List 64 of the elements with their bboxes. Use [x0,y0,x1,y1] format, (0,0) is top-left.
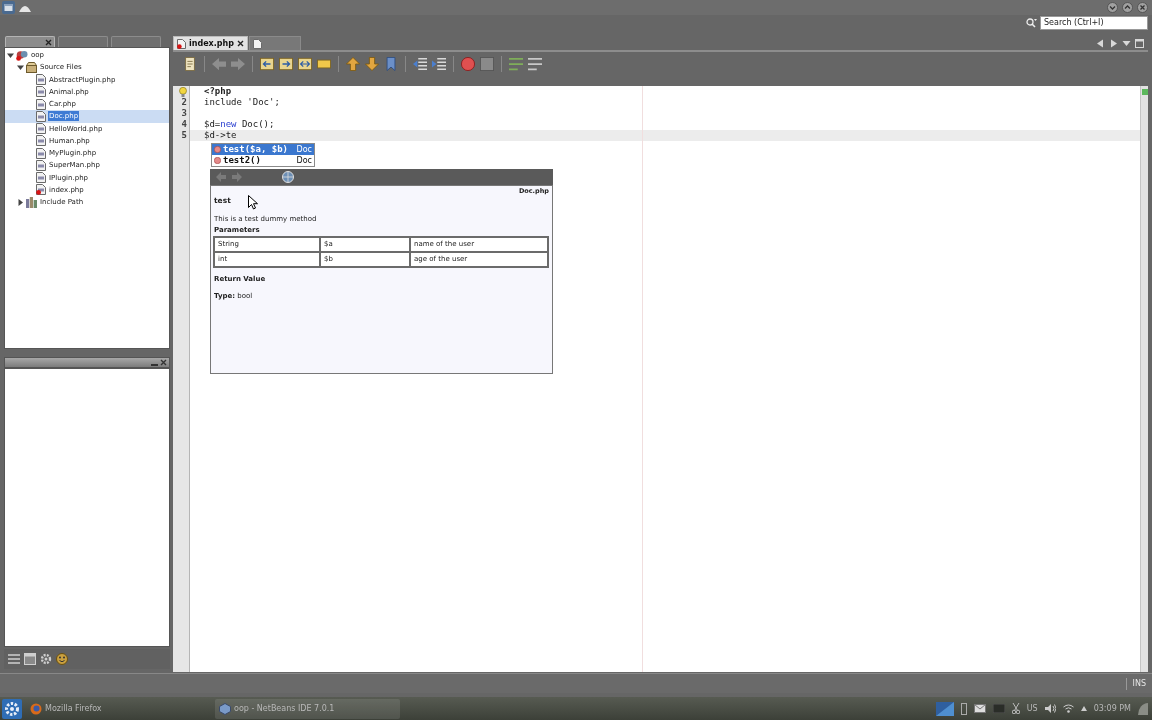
lightbulb-icon[interactable] [179,86,187,97]
line-number: 2 [181,97,187,108]
comment-icon[interactable] [509,57,523,71]
editor-tab[interactable] [248,36,301,50]
code-line: <?php [203,86,233,97]
smiley-icon[interactable] [56,653,68,665]
indent-right-icon[interactable] [432,57,446,71]
wifi-icon[interactable] [1062,704,1074,713]
cube-icon [219,702,231,715]
indent-left-icon[interactable] [413,57,427,71]
search-icon[interactable] [1026,17,1037,28]
panel-tab[interactable] [5,36,55,47]
keyboard-layout[interactable]: US [1026,704,1038,713]
completion-item[interactable]: test($a, $b) Doc [212,144,314,155]
device-icon[interactable] [960,702,967,715]
right-arrow-icon[interactable] [1109,38,1118,48]
close-icon[interactable] [236,40,244,47]
code-line: include 'Doc'; [203,97,281,108]
highlight-icon[interactable] [317,57,331,71]
app-icon[interactable] [2,1,15,14]
window-icon[interactable] [24,653,36,665]
completion-item[interactable]: test2() Doc [212,155,314,166]
maximize-icon[interactable] [1122,2,1133,13]
expand-arrow-icon[interactable] [7,51,14,59]
stop-icon[interactable] [480,57,494,71]
scissors-icon[interactable] [1011,703,1020,714]
pointer-icon [248,195,258,210]
insert-mode: INS [1132,679,1146,688]
minimize-icon[interactable] [1107,2,1118,13]
dome-icon[interactable] [19,3,31,12]
browser-icon [30,702,42,715]
corner-icon[interactable] [1138,702,1148,715]
record-icon[interactable] [461,57,475,71]
expand-arrow-icon[interactable] [17,198,24,206]
launcher-icon[interactable] [2,698,22,719]
class-name: Doc [296,144,312,155]
line-number: 3 [181,108,187,119]
marker-icon [1142,89,1148,95]
class-name: Doc [296,155,312,166]
search-field[interactable]: Search (Ctrl+I) [1040,15,1148,30]
uncomment-icon[interactable] [528,57,542,71]
bookmark-icon[interactable] [384,57,398,71]
left-arrow-icon[interactable] [1096,38,1105,48]
taskbar-button[interactable]: Mozilla Firefox [26,698,211,719]
line-number: 5 [181,130,187,141]
down-arrow-icon[interactable] [365,57,379,71]
line-number: 4 [181,119,187,130]
speaker-icon[interactable] [1044,703,1056,714]
list-icon[interactable] [8,653,20,665]
globe-icon[interactable] [282,171,294,183]
up-arrow-icon[interactable] [346,57,360,71]
document-icon[interactable] [183,57,197,71]
clock[interactable]: 03:09 PM [1093,704,1131,713]
triangle-icon[interactable] [1080,706,1087,711]
box-left-arrow-icon[interactable] [260,57,274,71]
box-right-arrow-icon[interactable] [279,57,293,71]
workspace-icon[interactable] [935,701,954,716]
gear-icon[interactable] [40,653,52,665]
code-line: $d=new Doc(); [203,119,276,130]
mail-icon[interactable] [973,704,986,713]
editor-tab[interactable]: index.php [173,36,248,50]
expand-arrow-icon[interactable] [17,63,24,71]
box-double-arrow-icon[interactable] [298,57,312,71]
caret-down-icon[interactable] [1122,38,1131,48]
